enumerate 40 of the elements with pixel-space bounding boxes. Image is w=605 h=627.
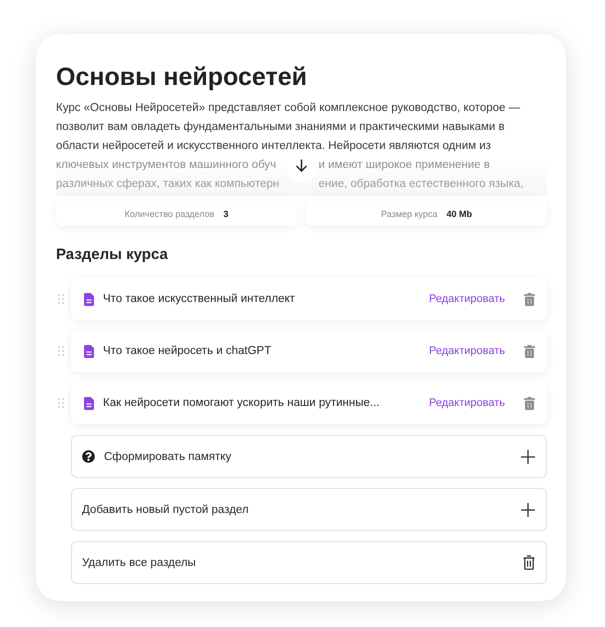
trash-icon [523,555,535,570]
section-card[interactable]: Как нейросети помогают ускорить наши рутинные... Редактировать [71,382,547,424]
drag-handle-icon[interactable] [58,346,64,356]
add-section-button[interactable]: Добавить новый пустой раздел [71,488,547,531]
section-card[interactable]: Что такое искусственный интеллект Редактировать [71,278,547,320]
trash-icon [524,292,535,306]
faded-description-text: и имеют широкое применение в [318,158,490,173]
plus-icon [521,502,535,516]
drag-handle-icon[interactable] [58,398,64,408]
stat-label: Размер курса [381,208,438,218]
section-card[interactable]: Что такое нейросеть и chatGPT Редактировать [71,330,547,372]
section-title: Что такое искусственный интеллект [103,293,296,305]
edit-link[interactable]: Редактировать [429,345,505,357]
plus-icon [521,450,535,464]
trash-icon [524,344,535,358]
generate-memo-button[interactable]: Сформировать памятку [71,435,547,478]
description-text: Курс «Основы Нейросетей» представляет собой комплексное руководство, которое — позволит вам овладеть фундаментальными знаниями и практическими навыками в области нейросетей и искусственного интеллекта. Нейросети являются одним из [56,101,522,154]
document-icon [84,344,94,358]
section-title: Что такое нейросеть и chatGPT [103,345,272,357]
arrow-down-icon [296,159,308,172]
edit-link[interactable]: Редактировать [429,293,505,305]
trash-icon [524,396,535,410]
stat-value: 3 [223,208,228,218]
edit-link[interactable]: Редактировать [429,397,505,409]
stat-value: 40 Mb [446,208,472,218]
faded-description-text: ение, обработка естественного языка, [318,177,524,192]
delete-all-button[interactable]: Удалить все разделы [71,541,547,584]
delete-button[interactable] [524,292,535,306]
help-icon [82,450,95,463]
faded-description-text: ключевых инструментов машинного обуч [56,158,276,173]
document-icon [84,292,94,306]
delete-button[interactable] [524,396,535,410]
delete-button[interactable] [524,344,535,358]
stat-label: Количество разделов [124,208,214,218]
course-title: Основы нейросетей [56,62,308,93]
drag-handle-icon[interactable] [58,294,64,304]
section-title: Как нейросети помогают ускорить наши рутинные... [103,397,380,409]
sections-heading: Разделы курса [56,246,169,264]
faded-description-text: различных сферах, таких как компьютерн [56,177,280,192]
document-icon [84,396,94,410]
